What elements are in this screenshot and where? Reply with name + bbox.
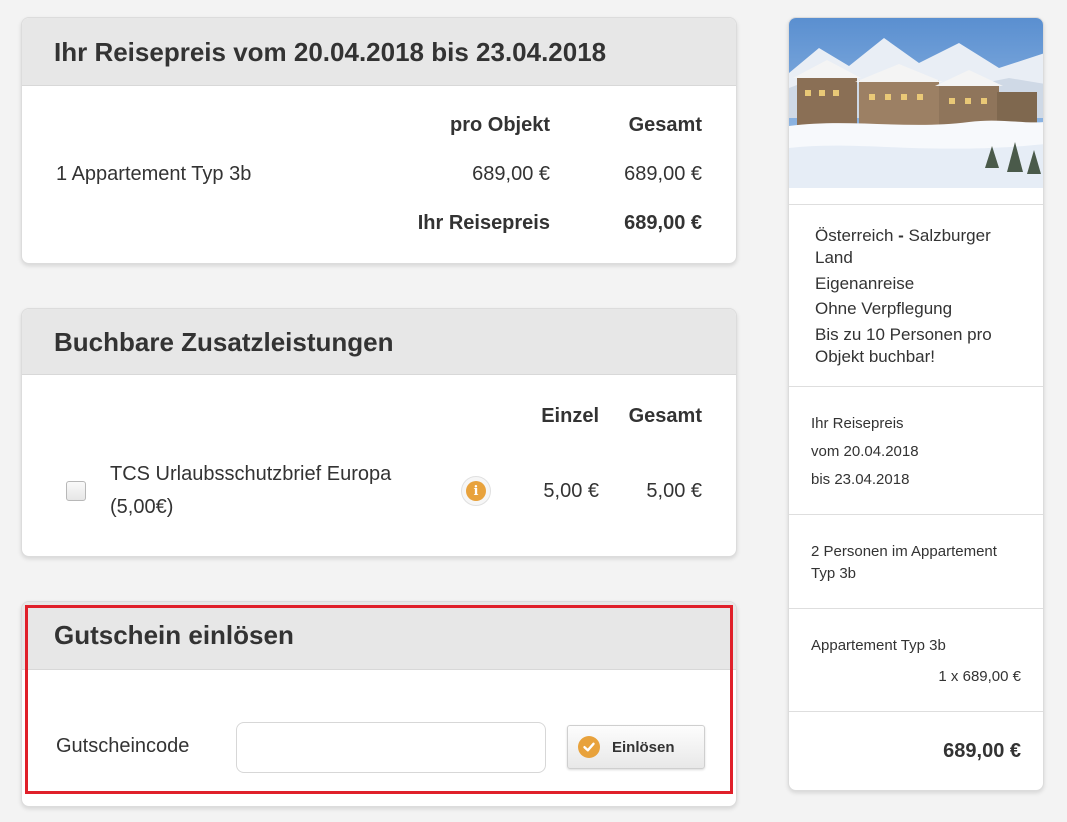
price-row-label: 1 Appartement Typ 3b xyxy=(56,163,252,185)
sidebar-capacity-2: Objekt buchbar! xyxy=(815,347,936,366)
extras-card-title: Buchbare Zusatzleistungen xyxy=(54,327,394,357)
region-separator: - xyxy=(893,226,909,245)
price-card-header: Ihr Reisepreis vom 20.04.2018 bis 23.04.… xyxy=(22,18,736,86)
extra-item-checkbox[interactable] xyxy=(66,481,86,501)
sidebar-travel: Eigenanreise xyxy=(815,274,915,293)
extras-card: Buchbare Zusatzleistungen Einzel Gesamt … xyxy=(21,308,737,557)
col-header-per-object: pro Objekt xyxy=(449,114,550,136)
voucher-card-header: Gutschein einlösen xyxy=(22,602,736,670)
extras-card-header: Buchbare Zusatzleistungen xyxy=(22,309,736,375)
extra-item-price-note: (5,00€) xyxy=(110,496,174,518)
col-header-total: Gesamt xyxy=(628,114,702,136)
redeem-button[interactable]: Einlösen xyxy=(567,725,705,769)
price-card-title: Ihr Reisepreis vom 20.04.2018 bis 23.04.… xyxy=(54,37,607,67)
voucher-card: Gutschein einlösen Gutscheincode Einlöse… xyxy=(21,601,737,807)
sidebar-section-price: Ihr Reisepreis vom 20.04.2018 bis 23.04.… xyxy=(789,386,1043,514)
sidebar-region: Österreich - Salzburger xyxy=(815,225,991,247)
checkmark-icon xyxy=(578,736,600,758)
voucher-field-label: Gutscheincode xyxy=(56,735,190,757)
extra-item-name: TCS Urlaubsschutzbrief Europa xyxy=(110,463,392,485)
sidebar-unit-name: Appartement Typ 3b xyxy=(811,637,946,654)
voucher-code-input[interactable] xyxy=(236,722,546,773)
sidebar-capacity-1: Bis zu 10 Personen pro xyxy=(815,325,992,344)
price-card: Ihr Reisepreis vom 20.04.2018 bis 23.04.… xyxy=(21,17,737,264)
redeem-button-label: Einlösen xyxy=(612,738,675,756)
region-state: Salzburger xyxy=(908,226,991,245)
price-row-total: 689,00 € xyxy=(624,163,702,185)
price-sum-value: 689,00 € xyxy=(624,212,702,234)
sidebar-persons-1: 2 Personen im Appartement xyxy=(811,543,997,560)
sidebar-region-cont: Land xyxy=(815,248,853,267)
sidebar-unit-price: 1 x 689,00 € xyxy=(938,668,1021,685)
price-row-per-object: 689,00 € xyxy=(472,163,550,185)
hotel-photo xyxy=(789,18,1043,188)
col-header-total: Gesamt xyxy=(628,405,702,427)
price-sum-label: Ihr Reisepreis xyxy=(417,212,550,234)
sidebar-total: 689,00 € xyxy=(943,740,1021,762)
extra-item-single-price: 5,00 € xyxy=(543,480,599,502)
sidebar-section-unit: Appartement Typ 3b 1 x 689,00 € xyxy=(789,608,1043,711)
booking-summary-sidebar: Österreich - Salzburger Land Eigenanreis… xyxy=(788,17,1044,791)
info-icon[interactable]: i xyxy=(461,476,491,506)
col-header-single: Einzel xyxy=(541,405,599,427)
extra-item-total-price: 5,00 € xyxy=(646,480,702,502)
sidebar-section-total: 689,00 € xyxy=(789,711,1043,790)
sidebar-date-to: bis 23.04.2018 xyxy=(811,471,910,488)
region-country: Österreich xyxy=(815,226,894,245)
sidebar-persons-2: Typ 3b xyxy=(811,565,857,582)
sidebar-board: Ohne Verpflegung xyxy=(815,299,953,318)
sidebar-section-details: Österreich - Salzburger Land Eigenanreis… xyxy=(789,204,1043,386)
sidebar-section-persons: 2 Personen im Appartement Typ 3b xyxy=(789,514,1043,608)
sidebar-price-label: Ihr Reisepreis xyxy=(811,415,904,432)
sidebar-date-from: vom 20.04.2018 xyxy=(811,443,919,460)
voucher-card-title: Gutschein einlösen xyxy=(54,620,294,650)
